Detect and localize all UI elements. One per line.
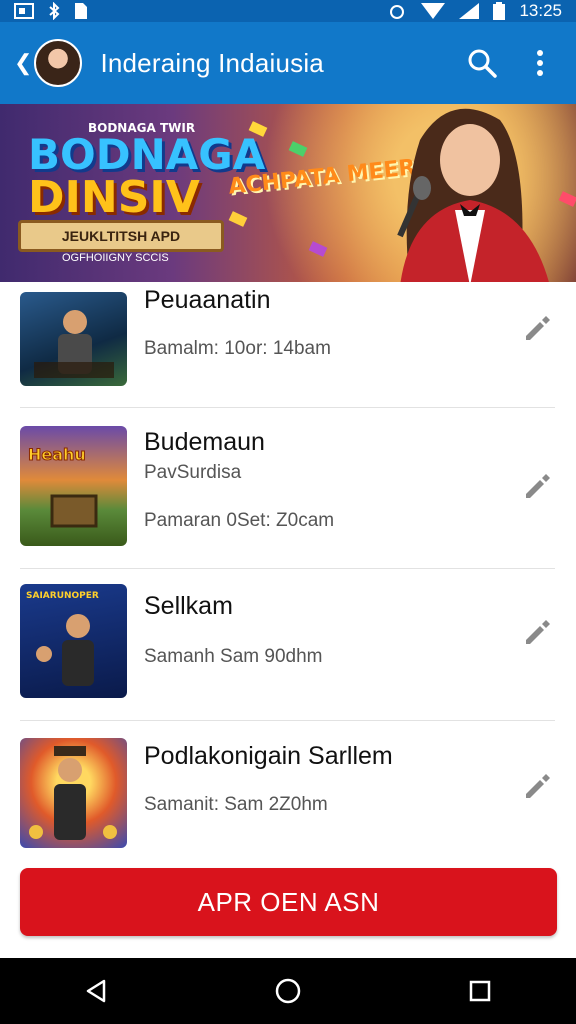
item-meta: Pamaran 0Set: Z0cam: [144, 510, 335, 531]
game-thumbnail: Heahu: [20, 426, 127, 546]
item-meta: Bamalm: 10or: 14bam: [144, 338, 331, 359]
page-title: Inderaing Indaiusia: [100, 47, 324, 78]
search-button[interactable]: [460, 41, 504, 85]
alarm-icon: [390, 5, 405, 19]
app-bar: ❮ Inderaing Indaiusia: [0, 22, 576, 104]
banner-title-line1: BODNAGA: [28, 130, 266, 179]
host-illustration: [397, 108, 549, 282]
primary-action-button[interactable]: APR OEN ASN: [20, 868, 557, 936]
svg-text:Heahu: Heahu: [28, 445, 86, 464]
list-item[interactable]: Heahu Budemaun PavSurdisa Pamaran 0Set: …: [0, 408, 576, 569]
avatar[interactable]: [34, 39, 83, 87]
home-circle-icon: [275, 978, 301, 1004]
item-meta: Samanh Sam 90dhm: [144, 646, 323, 667]
item-title: Budemaun: [144, 428, 265, 456]
battery-icon: [493, 2, 506, 20]
item-subtitle: PavSurdisa: [144, 462, 242, 483]
item-title: Podlakonigain Sarllem: [144, 742, 393, 770]
banner-ribbon: JEUKLTITSH APD: [18, 220, 224, 252]
signal-icon: [459, 3, 480, 19]
game-thumbnail: SAIARUNOPER: [20, 584, 127, 698]
edit-pencil-icon[interactable]: [522, 314, 550, 342]
item-meta: Samanit: Sam 2Z0hm: [144, 794, 328, 815]
back-triangle-icon: [86, 979, 106, 1003]
search-icon: [468, 49, 497, 78]
list-item[interactable]: Podlakonigain Sarllem Samanit: Sam 2Z0hm: [0, 720, 576, 860]
banner-subtext: OGFHOIIGNY SCCIS: [62, 252, 169, 264]
game-thumbnail: [20, 292, 127, 386]
list-item[interactable]: Peuaanatin Bamalm: 10or: 14bam: [0, 282, 576, 408]
game-thumbnail: [20, 738, 127, 848]
thumb-label: SAIARUNOPER: [26, 591, 99, 601]
system-nav-bar: [0, 958, 576, 1024]
back-button[interactable]: [66, 961, 126, 1021]
edit-pencil-icon[interactable]: [522, 472, 550, 500]
list-item[interactable]: SAIARUNOPER Sellkam Samanh Sam 90dhm: [0, 568, 576, 721]
edit-pencil-icon[interactable]: [522, 618, 550, 646]
status-time: 13:25: [519, 1, 562, 20]
overflow-menu-button[interactable]: [518, 41, 562, 85]
more-vertical-icon: [537, 50, 543, 76]
home-button[interactable]: [258, 961, 318, 1021]
promo-banner[interactable]: BODNAGA TWIR BODNAGA DINSIV JEUKLTITSH A…: [0, 104, 576, 282]
banner-logo: BODNAGA TWIR BODNAGA DINSIV: [28, 122, 268, 220]
gallery-icon: [14, 3, 34, 19]
status-bar: 13:25: [0, 0, 576, 22]
item-title: Peuaanatin: [144, 286, 271, 314]
item-title: Sellkam: [144, 592, 233, 620]
recents-button[interactable]: [450, 961, 510, 1021]
sim-card-icon: [75, 3, 87, 19]
wifi-icon: [421, 3, 446, 19]
back-arrow-icon[interactable]: ❮: [14, 50, 32, 76]
confetti: [308, 241, 328, 257]
bluetooth-icon: [49, 2, 60, 20]
confetti: [288, 141, 308, 157]
edit-pencil-icon[interactable]: [522, 772, 550, 800]
recents-square-icon: [469, 980, 491, 1002]
